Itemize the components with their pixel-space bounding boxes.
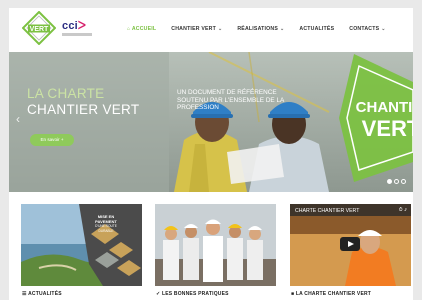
hero-subtitle-line2: SOUTENU PAR L'ENSEMBLE DE LA xyxy=(177,96,285,104)
logo-vert-text: VERT xyxy=(30,26,49,33)
cci-logo-subline xyxy=(62,33,92,36)
slider-prev-arrow-icon[interactable]: ‹ xyxy=(16,112,20,126)
play-button-icon[interactable] xyxy=(340,237,360,251)
slider-dot[interactable] xyxy=(394,179,399,184)
chantier-vert-logo[interactable]: VERT xyxy=(21,10,57,46)
hero-badge-line1: CHANTIE xyxy=(356,99,413,116)
nav-label: CONTACTS xyxy=(349,26,380,32)
badge-line: D'UNE ROUTE DURABLE xyxy=(95,224,117,233)
main-nav: ⌂ ACCUEIL CHANTIER VERT ⌄ RÉALISATIONS ⌄ A… xyxy=(127,26,401,32)
cci-logo-text: cci xyxy=(62,20,78,32)
nav-label: ACCUEIL xyxy=(131,26,157,32)
slider-pagination xyxy=(387,179,406,184)
hero-title: LA CHARTE CHANTIER VERT xyxy=(27,86,139,118)
card-label-text: LES BONNES PRATIQUES xyxy=(161,291,229,297)
card-bonnes-pratiques-label[interactable]: ✓ LES BONNES PRATIQUES xyxy=(156,291,229,297)
hero-learn-more-button[interactable]: En savoir + xyxy=(30,134,74,146)
nav-label: CHANTIER VERT xyxy=(171,26,216,32)
chevron-down-icon: ⌄ xyxy=(381,26,386,32)
video-title: CHARTE CHANTIER VERT xyxy=(295,208,360,214)
nav-item-actualites[interactable]: ACTUALITÉS xyxy=(299,26,334,32)
nav-item-chantier-vert[interactable]: CHANTIER VERT ⌄ xyxy=(171,26,222,32)
hero-title-line2: CHANTIER VERT xyxy=(27,102,140,117)
page: VERT cciᐳ ⌂ ACCUEIL CHANTIER VERT ⌄ RÉALI… xyxy=(9,8,413,300)
nav-item-realisations[interactable]: RÉALISATIONS ⌄ xyxy=(237,26,284,32)
chevron-down-icon: ⌄ xyxy=(217,26,223,32)
feature-cards: MISE EN PAVEMENT D'UNE ROUTE DURABLE ☰ A… xyxy=(21,204,413,300)
nav-label: RÉALISATIONS xyxy=(237,26,278,32)
hero-slider: CHANTIE VERT LA CHARTE CHANTIER VERT UN … xyxy=(9,52,413,192)
hero-subtitle-line1: UN DOCUMENT DE RÉFÉRENCE xyxy=(177,89,277,96)
card-actualites-image[interactable]: MISE EN PAVEMENT D'UNE ROUTE DURABLE xyxy=(21,204,142,286)
chevron-down-icon: ⌄ xyxy=(280,26,285,32)
hero-badge-line2: VERT xyxy=(362,116,413,141)
card-actualites-badge: MISE EN PAVEMENT D'UNE ROUTE DURABLE xyxy=(91,214,121,233)
video-share-icon[interactable]: ⏱ ⤴ xyxy=(399,207,407,213)
card-actualites-label[interactable]: ☰ ACTUALITÉS xyxy=(22,291,62,297)
nav-item-contacts[interactable]: CONTACTS ⌄ xyxy=(349,26,385,32)
card-charte-video[interactable]: CHARTE CHANTIER VERT ⏱ ⤴ xyxy=(290,204,411,286)
hero-subtitle-line3: PROFESSION xyxy=(177,104,219,112)
card-label-text: ACTUALITÉS xyxy=(28,291,62,297)
nav-item-accueil[interactable]: ⌂ ACCUEIL xyxy=(127,26,156,32)
card-charte-label[interactable]: ■ LA CHARTE CHANTIER VERT xyxy=(291,291,371,297)
bonnes-pratiques-thumbnail xyxy=(155,204,276,286)
card-bonnes-pratiques-image[interactable] xyxy=(155,204,276,286)
hero-subtitle: UN DOCUMENT DE RÉFÉRENCE SOUTENU PAR L'E… xyxy=(177,89,307,112)
cci-logo[interactable]: cciᐳ xyxy=(62,19,86,32)
site-header: VERT cciᐳ ⌂ ACCUEIL CHANTIER VERT ⌄ RÉALI… xyxy=(9,8,413,52)
nav-label: ACTUALITÉS xyxy=(299,26,335,32)
hero-image: CHANTIE VERT xyxy=(9,52,413,192)
slider-dot[interactable] xyxy=(387,179,392,184)
badge-line: MISE EN PAVEMENT xyxy=(95,214,117,224)
actualites-thumbnail xyxy=(21,204,142,286)
hero-title-line1: LA CHARTE xyxy=(27,86,105,101)
slider-dot[interactable] xyxy=(401,179,406,184)
card-label-text: LA CHARTE CHANTIER VERT xyxy=(295,291,372,297)
